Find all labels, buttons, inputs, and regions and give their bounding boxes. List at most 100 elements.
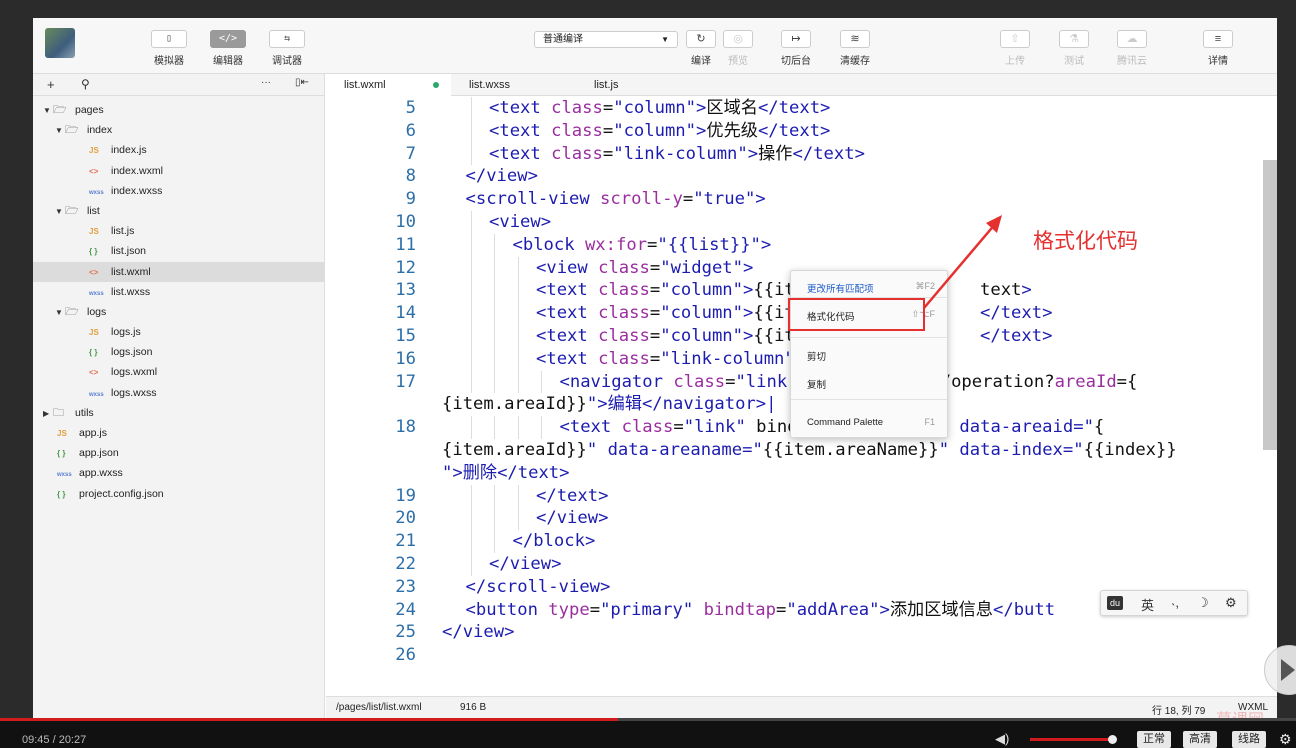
simulator-button[interactable]: ▯ 模拟器	[149, 30, 189, 67]
code-text: <text class="column">{{it	[536, 303, 795, 324]
indent-guide	[494, 484, 495, 508]
flask-icon: ⚗	[1059, 30, 1089, 48]
ime-toolbar[interactable]: du 英 ˴, ☽ ⚙	[1100, 590, 1248, 616]
tree-item-app-json[interactable]: { } app.json	[33, 443, 324, 463]
editor-scrollbar[interactable]	[1263, 160, 1277, 450]
debug-icon: ⇆	[269, 30, 305, 48]
code-line[interactable]: 26	[326, 644, 1261, 667]
collapse-icon[interactable]: ▯⇤	[295, 77, 309, 88]
tree-item-list-js[interactable]: JS list.js	[33, 221, 324, 241]
code-line[interactable]: 20 </view>	[326, 507, 1261, 530]
context-menu-item[interactable]: 复制	[807, 377, 826, 391]
tree-item-index-js[interactable]: JS index.js	[33, 140, 324, 160]
volume-knob[interactable]	[1108, 735, 1117, 744]
indent-guide	[470, 211, 472, 234]
code-text: </view>	[536, 508, 609, 529]
tree-item-logs[interactable]: ▼ 🗁 logs	[33, 302, 324, 322]
chevron-down-icon[interactable]: ▼	[55, 303, 65, 323]
context-menu-item[interactable]: 剪切	[807, 349, 826, 363]
tree-item-project-config-json[interactable]: { } project.config.json	[33, 484, 324, 504]
code-line[interactable]: 5 <text class="column">区域名</text>	[326, 97, 1261, 120]
line-number: 5	[405, 98, 416, 118]
tree-item-utils[interactable]: ▶ 🗀 utils	[33, 403, 324, 423]
context-menu-item[interactable]: 更改所有匹配项	[807, 281, 874, 295]
line-number: 10	[395, 212, 416, 232]
tree-item-logs-json[interactable]: { } logs.json	[33, 342, 324, 362]
context-menu-item[interactable]: Command Palette	[807, 417, 883, 428]
code-text: </view>	[465, 166, 538, 187]
settings-gear-icon[interactable]: ⚙	[1279, 731, 1292, 748]
tab-list-wxml[interactable]: list.wxml	[326, 74, 451, 96]
add-icon[interactable]: +	[47, 77, 55, 92]
tab-list-js[interactable]: list.js	[576, 74, 701, 96]
indent-guide	[470, 302, 472, 325]
tree-item-app-wxss[interactable]: wxss app.wxss	[33, 463, 324, 483]
debugger-button[interactable]: ⇆ 调试器	[267, 30, 307, 67]
code-text: ">删除</text>	[442, 462, 570, 483]
tree-item-pages[interactable]: ▼ 🗁 pages	[33, 100, 324, 120]
tree-item-list-json[interactable]: { } list.json	[33, 241, 324, 261]
code-line[interactable]: 19 </text>	[326, 485, 1261, 508]
test-button[interactable]: ⚗ 测试	[1059, 30, 1089, 67]
tree-item-label: project.config.json	[79, 487, 164, 500]
code-line[interactable]: 7 <text class="link-column">操作</text>	[326, 143, 1261, 166]
gear-icon[interactable]: ⚙	[1225, 595, 1237, 611]
wxml-file-icon: <>	[89, 368, 99, 378]
indent-guide	[470, 256, 472, 280]
tree-item-label: logs.json	[111, 346, 153, 359]
tab-list-wxss[interactable]: list.wxss	[451, 74, 576, 96]
js-file-icon: JS	[57, 429, 67, 438]
upload-button[interactable]: ⇧ 上传	[1000, 30, 1030, 67]
route-button[interactable]: 线路	[1232, 731, 1266, 748]
compile-mode-select[interactable]: 普通编译 ▼	[534, 31, 678, 48]
moon-icon[interactable]: ☽	[1197, 595, 1209, 611]
line-number: 13	[395, 280, 416, 301]
tree-item-list[interactable]: ▼ 🗁 list	[33, 201, 324, 221]
code-text: </block>	[512, 531, 596, 552]
details-button[interactable]: ≡ 详情	[1203, 30, 1233, 67]
clear-cache-button[interactable]: ≋ 清缓存	[840, 30, 870, 67]
quality-button[interactable]: 高清	[1183, 731, 1217, 748]
line-number: 20	[395, 508, 416, 529]
code-line[interactable]: 8 </view>	[326, 165, 1261, 188]
tree-item-logs-wxss[interactable]: wxss logs.wxss	[33, 383, 324, 403]
chevron-down-icon[interactable]: ▼	[55, 202, 65, 222]
code-line[interactable]: 9 <scroll-view scroll-y="true">	[326, 188, 1261, 211]
avatar[interactable]	[45, 28, 75, 58]
cloud-button[interactable]: ☁ 腾讯云	[1117, 30, 1147, 67]
tree-item-app-js[interactable]: JS app.js	[33, 423, 324, 443]
chevron-down-icon[interactable]: ▼	[43, 101, 53, 121]
background-button[interactable]: ↦ 切后台	[781, 30, 811, 67]
json-file-icon: { }	[89, 348, 98, 358]
tree-item-index[interactable]: ▼ 🗁 index	[33, 120, 324, 140]
code-line[interactable]: 22 </view>	[326, 553, 1261, 576]
tree-item-list-wxss[interactable]: wxss list.wxss	[33, 282, 324, 302]
more-icon[interactable]: ···	[261, 77, 271, 88]
punctuation-icon[interactable]: ˴,	[1171, 595, 1179, 610]
wxss-file-icon: wxss	[57, 472, 72, 479]
volume-slider[interactable]	[1030, 738, 1112, 741]
code-line[interactable]: ">删除</text>	[326, 462, 1261, 485]
volume-icon[interactable]: ◀)	[995, 731, 1009, 747]
chevron-right-icon[interactable]: ▶	[43, 404, 53, 424]
compile-button[interactable]: ↻ 编译	[686, 30, 716, 67]
ime-mode[interactable]: 英	[1141, 595, 1154, 614]
tree-item-index-wxml[interactable]: <> index.wxml	[33, 161, 324, 181]
tree-item-index-wxss[interactable]: wxss index.wxss	[33, 181, 324, 201]
indent-guide	[494, 347, 495, 371]
indent-guide	[470, 119, 472, 143]
preview-button[interactable]: ◎ 预览	[723, 30, 753, 67]
tree-item-logs-js[interactable]: JS logs.js	[33, 322, 324, 342]
tree-item-list-wxml[interactable]: <> list.wxml	[33, 261, 324, 282]
tree-item-logs-wxml[interactable]: <> logs.wxml	[33, 362, 324, 382]
speed-button[interactable]: 正常	[1137, 731, 1171, 748]
code-line[interactable]: 6 <text class="column">优先级</text>	[326, 120, 1261, 143]
code-line[interactable]: {item.areaId}}" data-areaname="{{item.ar…	[326, 439, 1261, 462]
code-line[interactable]: 21 </block>	[326, 530, 1261, 553]
code-line[interactable]: 25 </view>	[326, 621, 1261, 644]
editor-button[interactable]: </> 编辑器	[208, 30, 248, 67]
folder-icon: 🗀	[53, 406, 64, 419]
line-number: 11	[395, 234, 416, 255]
search-icon[interactable]: ⚲	[81, 77, 90, 91]
chevron-down-icon[interactable]: ▼	[55, 121, 65, 141]
